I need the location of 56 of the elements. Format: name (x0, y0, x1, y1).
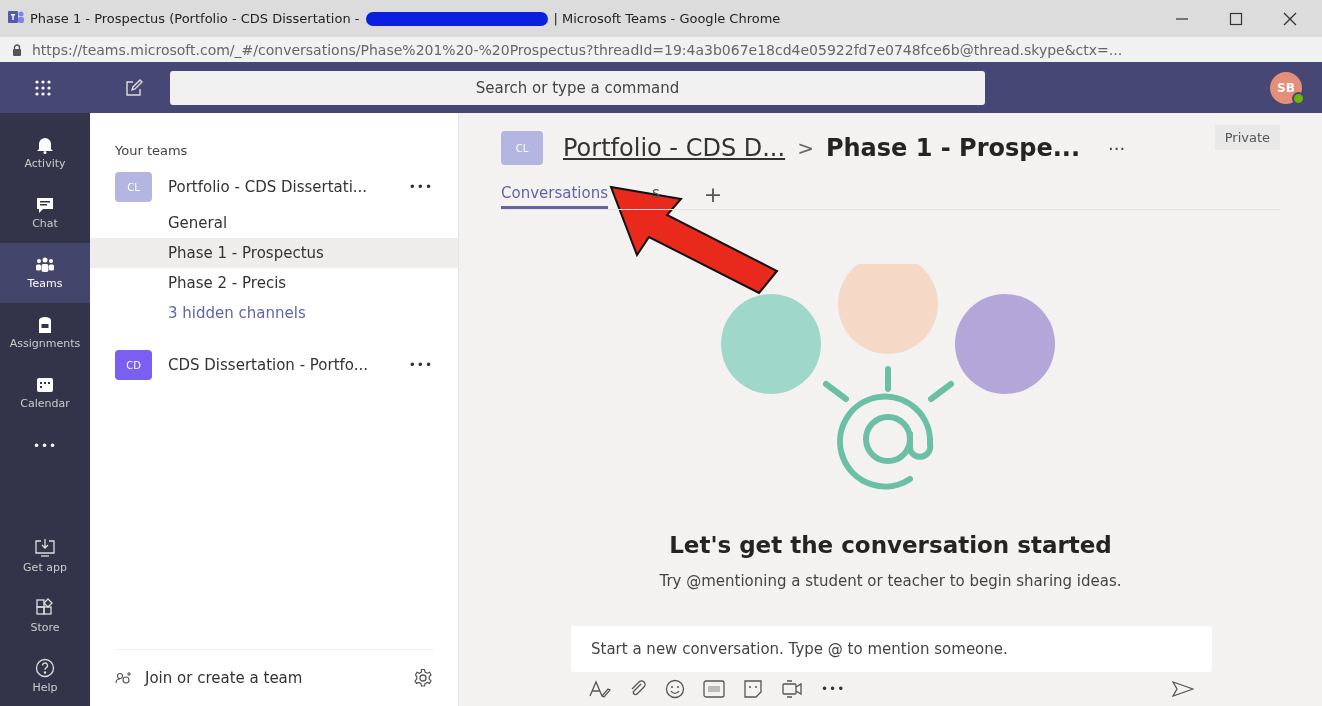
lock-icon (12, 43, 22, 56)
window-title-suffix: | Microsoft Teams - Google Chrome (553, 11, 781, 26)
team-avatar: CL (115, 172, 152, 202)
hidden-channels-link[interactable]: 3 hidden channels (90, 298, 458, 328)
gif-icon[interactable] (703, 680, 725, 698)
new-chat-icon[interactable] (124, 78, 144, 97)
download-icon (34, 538, 56, 558)
team-name[interactable]: Portfolio - CDS Dissertati... (168, 178, 368, 196)
channel-item[interactable]: General (90, 208, 458, 238)
help-icon (34, 658, 56, 678)
more-options-button[interactable]: ••• (408, 358, 433, 372)
rail-item[interactable]: Calendar (0, 363, 90, 423)
more-options-button[interactable]: ••• (408, 180, 433, 194)
rail-item[interactable]: Teams (0, 243, 90, 303)
team-name[interactable]: CDS Dissertation - Portfo... (168, 356, 369, 374)
format-icon[interactable] (589, 680, 611, 698)
send-icon[interactable] (1172, 681, 1194, 697)
add-tab-button[interactable]: + (703, 182, 723, 209)
channel-item[interactable]: Phase 1 - Prospectus (90, 238, 458, 268)
settings-icon[interactable] (413, 668, 433, 688)
chat-icon (35, 196, 55, 214)
video-icon[interactable] (781, 679, 803, 699)
teams-icon (35, 256, 55, 274)
team-link[interactable]: Portfolio - CDS D... (563, 134, 786, 162)
empty-state-title: Let's get the conversation started (669, 532, 1112, 558)
channel-title: Phase 1 - Prospe... (825, 134, 1081, 162)
rail-item[interactable]: Get app (0, 526, 90, 586)
search-field[interactable]: Search or type a command (170, 70, 985, 105)
team-avatar: CL (501, 131, 543, 165)
rail-item[interactable]: Store (0, 586, 90, 646)
rail-item[interactable]: Assignments (0, 303, 90, 363)
window-title: Phase 1 - Prospectus (Portfolio - CDS Dissertation - (30, 11, 360, 26)
rail-item[interactable]: Activity (0, 123, 90, 183)
join-team-button[interactable]: Join or create a team (145, 669, 303, 687)
attach-icon[interactable] (629, 680, 647, 698)
channel-item[interactable]: Phase 2 - Precis (90, 268, 458, 298)
add-people-icon (115, 671, 131, 685)
empty-state-subtitle: Try @mentioning a student or teacher to begin sharing ideas. (659, 572, 1122, 590)
rail-item[interactable]: Help (0, 646, 90, 706)
private-badge: Private (1214, 125, 1280, 150)
activity-icon (35, 136, 55, 154)
team-avatar: CD (115, 350, 152, 380)
app-launcher-icon[interactable] (34, 78, 52, 97)
rail-item[interactable]: Chat (0, 183, 90, 243)
status-dot-icon (1292, 91, 1305, 105)
more-options-button[interactable]: ••• (821, 682, 846, 696)
message-input[interactable]: Start a new conversation. Type @ to mention someone. (571, 626, 1212, 672)
sticker-icon[interactable] (743, 679, 763, 699)
more-options-button[interactable]: ··· (1108, 137, 1126, 159)
more-apps-button[interactable]: ••• (0, 423, 90, 469)
emoji-icon[interactable] (665, 679, 685, 699)
tab[interactable]: Conversations (501, 184, 608, 209)
tab[interactable]: s (652, 184, 660, 209)
section-heading: Your teams (114, 143, 189, 158)
breadcrumb-separator: > (797, 136, 814, 160)
calendar-icon (35, 376, 55, 394)
